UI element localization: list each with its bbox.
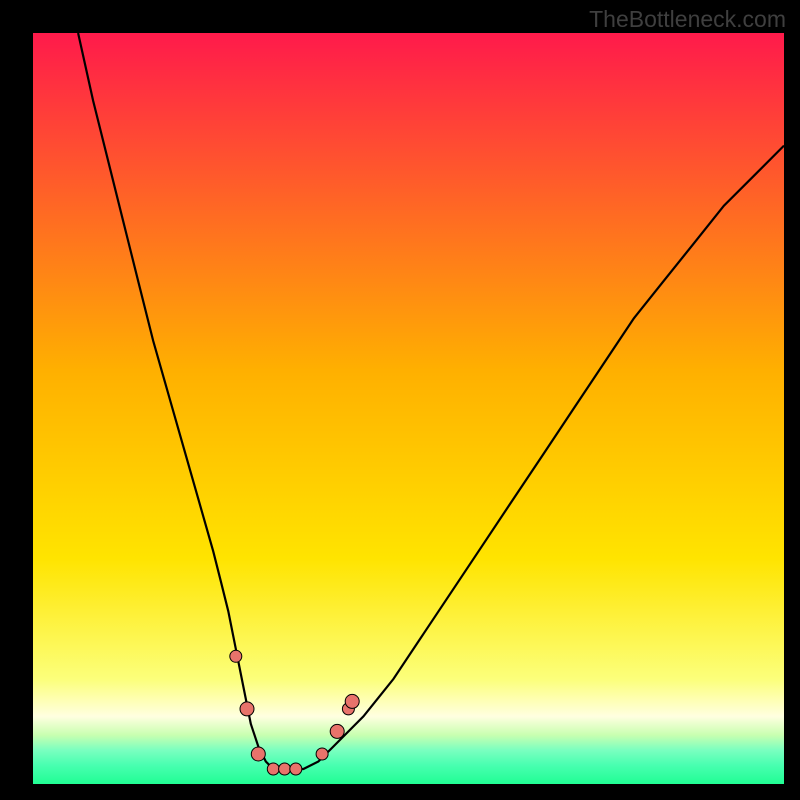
watermark-text: TheBottleneck.com	[589, 6, 786, 33]
chart-svg	[33, 33, 784, 784]
data-marker	[240, 702, 254, 716]
data-marker	[290, 763, 302, 775]
data-marker	[279, 763, 291, 775]
chart-frame: TheBottleneck.com	[0, 0, 800, 800]
data-marker	[267, 763, 279, 775]
data-marker	[251, 747, 265, 761]
gradient-bg	[33, 33, 784, 784]
data-marker	[330, 724, 344, 738]
data-marker	[230, 650, 242, 662]
data-marker	[316, 748, 328, 760]
plot-area	[33, 33, 784, 784]
data-marker	[345, 694, 359, 708]
